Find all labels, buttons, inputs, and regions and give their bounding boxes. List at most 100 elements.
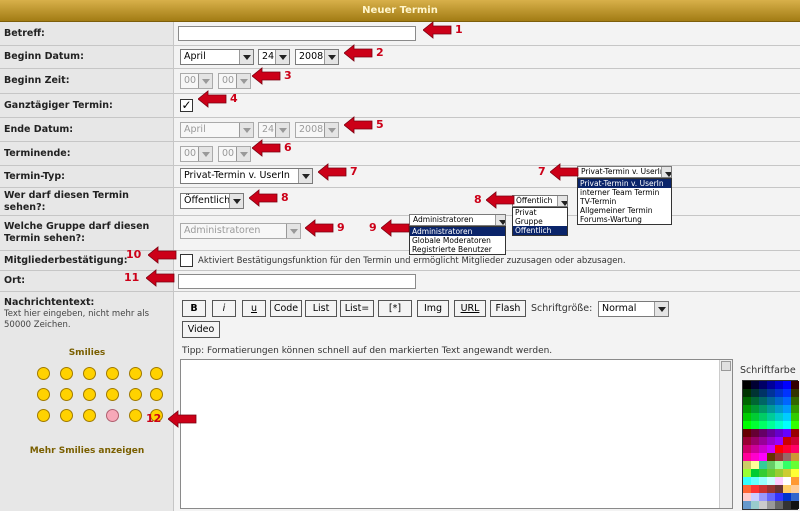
color-swatch[interactable]: [743, 485, 751, 493]
list-item-button[interactable]: [*]: [378, 300, 412, 317]
option-forums-wartung[interactable]: Forums-Wartung: [578, 215, 671, 224]
smiley-question-icon[interactable]: [60, 409, 73, 422]
color-swatch[interactable]: [783, 405, 791, 413]
color-swatch[interactable]: [783, 477, 791, 485]
color-swatch[interactable]: [775, 413, 783, 421]
color-swatch[interactable]: [775, 501, 783, 509]
color-swatch[interactable]: [743, 453, 751, 461]
color-swatch[interactable]: [791, 485, 799, 493]
color-swatch[interactable]: [783, 485, 791, 493]
color-swatch[interactable]: [791, 421, 799, 429]
smiley-evil-icon[interactable]: [150, 388, 163, 401]
color-swatch[interactable]: [791, 469, 799, 477]
color-swatch[interactable]: [751, 485, 759, 493]
color-swatch[interactable]: [743, 389, 751, 397]
gruppe-select[interactable]: Administratoren: [180, 223, 301, 239]
color-swatch[interactable]: [751, 445, 759, 453]
color-swatch[interactable]: [743, 493, 751, 501]
color-swatch[interactable]: [751, 381, 759, 389]
beginn-month-select[interactable]: April: [180, 49, 254, 65]
color-swatch[interactable]: [775, 381, 783, 389]
color-swatch[interactable]: [743, 421, 751, 429]
color-swatch[interactable]: [767, 501, 775, 509]
more-smilies-link[interactable]: Mehr Smilies anzeigen: [0, 445, 174, 457]
gruppe-dropdown-select[interactable]: Administratoren: [409, 214, 506, 226]
color-swatch[interactable]: [751, 493, 759, 501]
color-swatch[interactable]: [767, 381, 775, 389]
smiley-arrow-icon[interactable]: [37, 367, 50, 380]
color-swatch[interactable]: [791, 477, 799, 485]
color-swatch[interactable]: [751, 421, 759, 429]
color-swatch[interactable]: [791, 381, 799, 389]
smiley-neutral-icon[interactable]: [129, 367, 142, 380]
smiley-blush-icon[interactable]: [106, 409, 119, 422]
color-swatch[interactable]: [783, 397, 791, 405]
smiley-frown-icon[interactable]: [150, 367, 163, 380]
color-swatch[interactable]: [791, 389, 799, 397]
color-swatch[interactable]: [743, 405, 751, 413]
option-interner-team[interactable]: interner Team Termin: [578, 188, 671, 197]
color-swatch[interactable]: [759, 445, 767, 453]
color-swatch[interactable]: [767, 397, 775, 405]
color-swatch[interactable]: [767, 485, 775, 493]
color-swatch[interactable]: [743, 501, 751, 509]
beginn-year-select[interactable]: 2008: [295, 49, 339, 65]
color-swatch[interactable]: [767, 493, 775, 501]
color-swatch[interactable]: [775, 389, 783, 397]
color-swatch[interactable]: [767, 429, 775, 437]
video-button[interactable]: Video: [182, 321, 220, 338]
color-swatch[interactable]: [751, 413, 759, 421]
smiley-laugh-icon[interactable]: [129, 388, 142, 401]
option-privat-termin[interactable]: Privat-Termin v. UserIn: [578, 179, 671, 188]
bold-button[interactable]: B: [182, 300, 206, 317]
color-swatch[interactable]: [743, 429, 751, 437]
color-swatch[interactable]: [743, 461, 751, 469]
color-swatch[interactable]: [767, 437, 775, 445]
color-swatch[interactable]: [767, 389, 775, 397]
smiley-exclaim-icon[interactable]: [83, 388, 96, 401]
color-palette[interactable]: [742, 380, 799, 510]
message-textarea[interactable]: [180, 359, 733, 509]
color-swatch[interactable]: [759, 405, 767, 413]
smiley-eek-icon[interactable]: [129, 409, 142, 422]
color-swatch[interactable]: [751, 501, 759, 509]
img-button[interactable]: Img: [417, 300, 449, 317]
color-swatch[interactable]: [791, 453, 799, 461]
color-swatch[interactable]: [759, 461, 767, 469]
color-swatch[interactable]: [783, 445, 791, 453]
color-swatch[interactable]: [751, 429, 759, 437]
color-swatch[interactable]: [743, 437, 751, 445]
color-swatch[interactable]: [751, 469, 759, 477]
flash-button[interactable]: Flash: [490, 300, 526, 317]
color-swatch[interactable]: [783, 429, 791, 437]
ort-input[interactable]: [178, 274, 416, 289]
color-swatch[interactable]: [775, 453, 783, 461]
option-allgemeiner[interactable]: Allgemeiner Termin: [578, 206, 671, 215]
color-swatch[interactable]: [759, 493, 767, 501]
color-swatch[interactable]: [775, 405, 783, 413]
color-swatch[interactable]: [743, 477, 751, 485]
option-globale-moderatoren[interactable]: Globale Moderatoren: [410, 236, 505, 245]
color-swatch[interactable]: [767, 445, 775, 453]
color-swatch[interactable]: [759, 437, 767, 445]
termin-typ-select[interactable]: Privat-Termin v. UserIn: [180, 168, 313, 184]
sichtbar-dropdown-select[interactable]: Öffentlich: [512, 195, 568, 207]
textarea-scrollbar[interactable]: [719, 360, 732, 508]
beginn-day-select[interactable]: 24: [258, 49, 290, 65]
termin-typ-dropdown-select[interactable]: Privat-Termin v. UserIn: [577, 166, 672, 178]
option-privat[interactable]: Privat: [513, 208, 567, 217]
color-swatch[interactable]: [783, 493, 791, 501]
color-swatch[interactable]: [751, 397, 759, 405]
scroll-up-icon[interactable]: [721, 361, 731, 371]
underline-button[interactable]: u: [242, 300, 266, 317]
smiley-sad-icon[interactable]: [83, 367, 96, 380]
color-swatch[interactable]: [791, 501, 799, 509]
color-swatch[interactable]: [775, 477, 783, 485]
color-swatch[interactable]: [791, 413, 799, 421]
color-swatch[interactable]: [759, 389, 767, 397]
color-swatch[interactable]: [783, 461, 791, 469]
color-swatch[interactable]: [759, 413, 767, 421]
beginn-hour-select[interactable]: 00: [180, 73, 213, 89]
ende-month-select[interactable]: April: [180, 122, 254, 138]
url-button[interactable]: URL: [454, 300, 486, 317]
